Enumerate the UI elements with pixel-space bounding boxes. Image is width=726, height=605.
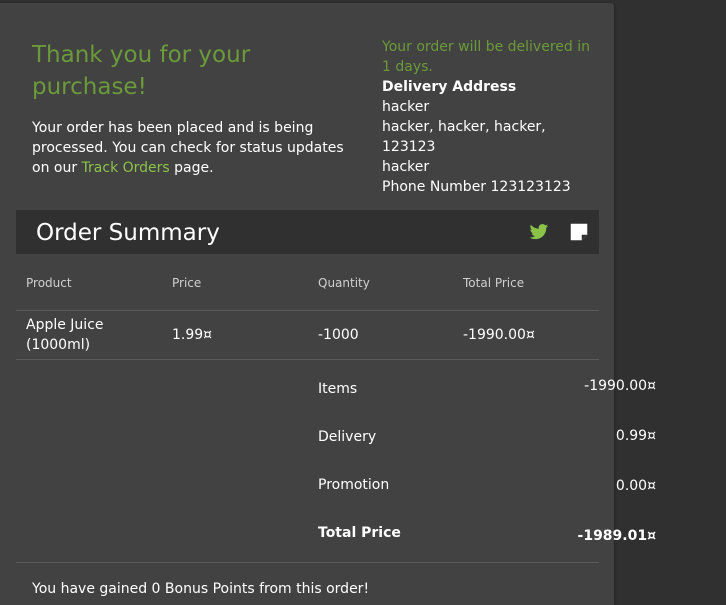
delivery-info: Your order will be delivered in 1 days. …: [382, 37, 592, 197]
delivery-value: 0.99¤: [615, 428, 656, 444]
column-header-product: Product: [26, 276, 72, 290]
confirmation-text: Your order has been placed and is being …: [32, 118, 352, 178]
total-price-value: -1989.01¤: [577, 528, 656, 544]
delivery-address-heading: Delivery Address: [382, 79, 517, 95]
column-header-total-price: Total Price: [463, 276, 525, 290]
row-quantity: -1000: [318, 327, 359, 343]
track-orders-link[interactable]: Track Orders: [82, 160, 170, 176]
order-summary-title: Order Summary: [36, 220, 220, 246]
items-label: Items: [318, 381, 358, 397]
table-divider: [16, 359, 599, 360]
table-divider: [16, 562, 599, 563]
column-header-price: Price: [172, 276, 202, 290]
confirmation-text-after: page.: [169, 160, 214, 176]
promotion-value: 0.00¤: [615, 478, 656, 494]
delivery-note: Your order will be delivered in 1 days.: [382, 39, 590, 75]
delivery-label: Delivery: [318, 429, 377, 445]
confirmation-title: Thank you for your purchase!: [32, 42, 251, 100]
row-product-name: Apple Juice (1000ml): [26, 317, 104, 353]
row-price: 1.99¤: [172, 327, 213, 343]
delivery-name: hacker: [382, 99, 430, 115]
delivery-address: hacker, hacker, hacker, 123123: [382, 119, 546, 155]
column-header-quantity: Quantity: [318, 276, 370, 290]
order-summary-header: Order Summary: [16, 210, 599, 254]
total-price-label: Total Price: [318, 525, 401, 541]
table-divider: [16, 310, 599, 311]
items-value: -1990.00¤: [584, 378, 656, 394]
promotion-label: Promotion: [318, 477, 390, 493]
order-confirmation-card: Thank you for your purchase! Your order …: [0, 3, 614, 605]
row-total: -1990.00¤: [463, 327, 535, 343]
delivery-country: hacker: [382, 159, 430, 175]
bonus-points-message: You have gained 0 Bonus Points from this…: [32, 581, 370, 597]
note-icon[interactable]: [568, 221, 590, 243]
delivery-phone: Phone Number 123123123: [382, 179, 571, 195]
twitter-icon[interactable]: [529, 222, 549, 242]
